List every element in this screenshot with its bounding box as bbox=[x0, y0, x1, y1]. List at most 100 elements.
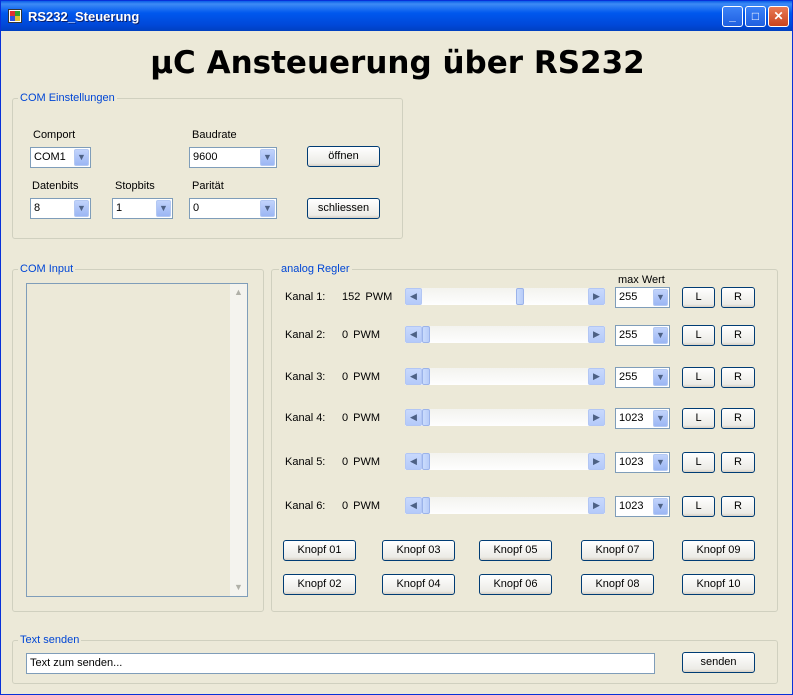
right-button[interactable]: R bbox=[721, 367, 755, 388]
knopf-button[interactable]: Knopf 09 bbox=[682, 540, 755, 561]
analog-label: analog Regler bbox=[279, 263, 352, 275]
baudrate-value: 9600 bbox=[193, 151, 218, 163]
close-port-button[interactable]: schliessen bbox=[307, 198, 380, 219]
left-button[interactable]: L bbox=[682, 408, 715, 429]
left-button[interactable]: L bbox=[682, 496, 715, 517]
slider-thumb[interactable] bbox=[422, 497, 430, 514]
arrow-right-icon[interactable]: ▶ bbox=[588, 326, 605, 343]
arrow-left-icon[interactable]: ◀ bbox=[405, 453, 422, 470]
slider-thumb[interactable] bbox=[422, 326, 430, 343]
right-button[interactable]: R bbox=[721, 325, 755, 346]
chevron-down-icon[interactable]: ▼ bbox=[653, 498, 668, 515]
max-value-select[interactable]: 1023 ▼ bbox=[615, 408, 670, 429]
channel-slider[interactable]: ◀ ▶ bbox=[405, 409, 605, 426]
channel-value-number: 0 bbox=[342, 456, 349, 468]
arrow-left-icon[interactable]: ◀ bbox=[405, 497, 422, 514]
arrow-right-icon[interactable]: ▶ bbox=[588, 497, 605, 514]
parity-value: 0 bbox=[193, 202, 200, 214]
channel-unit: PWM bbox=[353, 456, 381, 468]
vertical-scrollbar[interactable]: ▲ ▼ bbox=[230, 284, 247, 596]
channel-slider[interactable]: ◀ ▶ bbox=[405, 368, 605, 385]
channel-slider[interactable]: ◀ ▶ bbox=[405, 497, 605, 514]
maximize-icon[interactable]: □ bbox=[745, 6, 766, 27]
parity-select[interactable]: 0 ▼ bbox=[189, 198, 277, 219]
slider-thumb[interactable] bbox=[422, 453, 430, 470]
app-icon[interactable] bbox=[8, 9, 22, 23]
chevron-down-icon[interactable]: ▼ bbox=[74, 200, 89, 217]
max-value: 1023 bbox=[619, 412, 644, 424]
channel-slider[interactable]: ◀ ▶ bbox=[405, 326, 605, 343]
chevron-down-icon[interactable]: ▼ bbox=[653, 369, 668, 386]
left-button[interactable]: L bbox=[682, 287, 715, 308]
slider-thumb[interactable] bbox=[422, 409, 430, 426]
channel-unit: PWM bbox=[353, 500, 381, 512]
max-value-select[interactable]: 255 ▼ bbox=[615, 287, 670, 308]
right-button[interactable]: R bbox=[721, 452, 755, 473]
right-button[interactable]: R bbox=[721, 287, 755, 308]
chevron-down-icon[interactable]: ▼ bbox=[260, 200, 275, 217]
com-input-label: COM Input bbox=[18, 263, 76, 275]
stopbits-select[interactable]: 1 ▼ bbox=[112, 198, 173, 219]
arrow-left-icon[interactable]: ◀ bbox=[405, 326, 422, 343]
chevron-down-icon[interactable]: ▼ bbox=[653, 454, 668, 471]
channel-slider[interactable]: ◀ ▶ bbox=[405, 453, 605, 470]
slider-thumb[interactable] bbox=[516, 288, 525, 305]
left-button[interactable]: L bbox=[682, 367, 715, 388]
max-value-select[interactable]: 1023 ▼ bbox=[615, 452, 670, 473]
chevron-down-icon[interactable]: ▼ bbox=[260, 149, 275, 166]
knopf-button[interactable]: Knopf 04 bbox=[382, 574, 455, 595]
chevron-down-icon[interactable]: ▼ bbox=[653, 410, 668, 427]
channel-slider[interactable]: ◀ ▶ bbox=[405, 288, 605, 305]
knopf-button[interactable]: Knopf 07 bbox=[581, 540, 654, 561]
knopf-button[interactable]: Knopf 03 bbox=[382, 540, 455, 561]
minimize-icon[interactable]: _ bbox=[722, 6, 743, 27]
arrow-left-icon[interactable]: ◀ bbox=[405, 288, 422, 305]
chevron-down-icon[interactable]: ▼ bbox=[156, 200, 171, 217]
scroll-down-icon[interactable]: ▼ bbox=[230, 579, 247, 596]
channel-value: 0 PWM bbox=[342, 329, 380, 341]
max-value-select[interactable]: 255 ▼ bbox=[615, 325, 670, 346]
send-text-input[interactable]: Text zum senden... bbox=[26, 653, 655, 674]
chevron-down-icon[interactable]: ▼ bbox=[653, 289, 668, 306]
knopf-button[interactable]: Knopf 01 bbox=[283, 540, 356, 561]
chevron-down-icon[interactable]: ▼ bbox=[74, 149, 89, 166]
max-value-select[interactable]: 255 ▼ bbox=[615, 367, 670, 388]
close-icon[interactable]: ✕ bbox=[768, 6, 789, 27]
arrow-left-icon[interactable]: ◀ bbox=[405, 409, 422, 426]
open-button[interactable]: öffnen bbox=[307, 146, 380, 167]
com-input-textarea[interactable]: ▲ ▼ bbox=[26, 283, 248, 597]
scroll-up-icon[interactable]: ▲ bbox=[230, 284, 247, 301]
arrow-right-icon[interactable]: ▶ bbox=[588, 288, 605, 305]
channel-value: 0 PWM bbox=[342, 412, 380, 424]
max-value: 1023 bbox=[619, 500, 644, 512]
send-text-value: Text zum senden... bbox=[30, 657, 123, 669]
comport-value: COM1 bbox=[34, 151, 66, 163]
channel-value: 0 PWM bbox=[342, 371, 380, 383]
right-button[interactable]: R bbox=[721, 496, 755, 517]
knopf-button[interactable]: Knopf 08 bbox=[581, 574, 654, 595]
arrow-right-icon[interactable]: ▶ bbox=[588, 453, 605, 470]
title-bar[interactable]: RS232_Steuerung _ □ ✕ bbox=[1, 1, 792, 31]
channel-value-number: 0 bbox=[342, 329, 349, 341]
slider-thumb[interactable] bbox=[422, 368, 430, 385]
main-window: RS232_Steuerung _ □ ✕ µC Ansteuerung übe… bbox=[0, 0, 793, 695]
channel-value: 0 PWM bbox=[342, 456, 380, 468]
channel-unit: PWM bbox=[353, 371, 381, 383]
knopf-button[interactable]: Knopf 10 bbox=[682, 574, 755, 595]
max-value-select[interactable]: 1023 ▼ bbox=[615, 496, 670, 517]
arrow-right-icon[interactable]: ▶ bbox=[588, 368, 605, 385]
chevron-down-icon[interactable]: ▼ bbox=[653, 327, 668, 344]
right-button[interactable]: R bbox=[721, 408, 755, 429]
send-button[interactable]: senden bbox=[682, 652, 755, 673]
knopf-button[interactable]: Knopf 02 bbox=[283, 574, 356, 595]
knopf-button[interactable]: Knopf 06 bbox=[479, 574, 552, 595]
baudrate-select[interactable]: 9600 ▼ bbox=[189, 147, 277, 168]
left-button[interactable]: L bbox=[682, 325, 715, 346]
databits-select[interactable]: 8 ▼ bbox=[30, 198, 91, 219]
left-button[interactable]: L bbox=[682, 452, 715, 473]
max-value: 255 bbox=[619, 329, 638, 341]
arrow-left-icon[interactable]: ◀ bbox=[405, 368, 422, 385]
comport-select[interactable]: COM1 ▼ bbox=[30, 147, 91, 168]
knopf-button[interactable]: Knopf 05 bbox=[479, 540, 552, 561]
arrow-right-icon[interactable]: ▶ bbox=[588, 409, 605, 426]
